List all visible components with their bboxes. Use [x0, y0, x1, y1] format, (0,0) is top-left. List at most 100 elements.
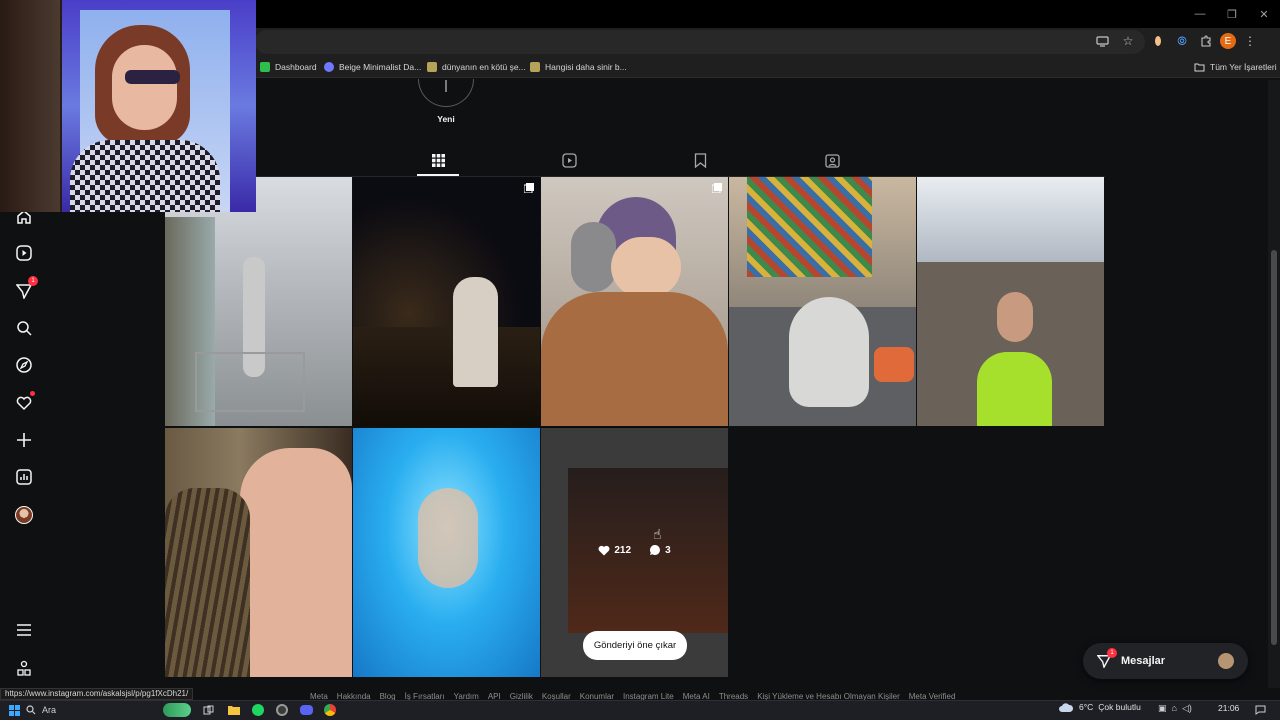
post-image-detail — [997, 292, 1033, 342]
post-hover-stats: 212 3 — [541, 544, 728, 556]
notifications-icon[interactable] — [1252, 702, 1268, 718]
messages-button[interactable]: 1 Mesajlar — [1083, 643, 1248, 679]
webcam-person-face — [112, 45, 177, 130]
cloud-icon — [1059, 703, 1074, 712]
task-view-icon[interactable] — [200, 702, 216, 718]
active-tab-indicator — [417, 174, 459, 176]
system-tray: ▣ ⌂ ◁) — [1158, 703, 1192, 714]
post-thumbnail[interactable] — [541, 177, 728, 426]
status-bar-url: https://www.instagram.com/askalsjsl/p/pg… — [0, 688, 194, 700]
bookmark-favicon-icon — [530, 62, 540, 72]
pin-post-button[interactable]: Gönderiyi öne çıkar — [583, 631, 687, 660]
weather-widget[interactable]: 6°C Çok bulutlu — [1058, 702, 1141, 712]
post-thumbnail[interactable] — [353, 428, 540, 677]
spotify-icon[interactable] — [250, 702, 266, 718]
chrome-icon[interactable] — [322, 702, 338, 718]
notification-badge: 1 — [28, 276, 38, 286]
minimize-icon[interactable]: — — [1184, 0, 1216, 28]
post-image-detail — [789, 297, 869, 407]
post-image-detail — [874, 347, 914, 382]
menu-icon[interactable] — [14, 620, 34, 640]
bookmark-item[interactable]: Beige Minimalist Da... — [324, 58, 421, 76]
address-bar[interactable] — [255, 30, 1145, 54]
heart-filled-icon — [598, 545, 610, 555]
bookmark-label: Beige Minimalist Da... — [339, 62, 422, 72]
tab-tagged[interactable] — [822, 150, 842, 170]
profile-avatar-chip[interactable]: E — [1220, 33, 1236, 49]
post-thumbnail[interactable] — [165, 428, 352, 677]
post-thumbnail[interactable] — [353, 177, 540, 426]
bookmark-label: Dashboard — [275, 62, 317, 72]
webcam-left-person — [0, 0, 60, 212]
browser-menu-icon[interactable]: ⋮ — [1240, 31, 1260, 51]
discord-icon[interactable] — [298, 702, 314, 718]
restore-icon[interactable]: ❐ — [1216, 0, 1248, 28]
post-image-detail — [353, 327, 540, 426]
volume-icon[interactable]: ◁) — [1182, 703, 1192, 714]
search-icon[interactable] — [14, 318, 34, 338]
messages-badge: 1 — [1107, 648, 1117, 658]
heart-icon[interactable] — [14, 391, 35, 413]
bookmark-star-icon[interactable]: ☆ — [1118, 31, 1138, 51]
tab-saved[interactable] — [690, 150, 710, 170]
install-app-icon[interactable] — [1092, 31, 1112, 51]
create-icon[interactable] — [14, 430, 34, 450]
post-image-detail — [418, 488, 478, 588]
tab-posts[interactable] — [428, 150, 448, 170]
start-windows-icon[interactable] — [6, 702, 22, 718]
new-highlight-label: Yeni — [437, 114, 455, 124]
bookmark-icon — [694, 152, 706, 168]
widget-landscape-icon[interactable] — [162, 702, 192, 718]
taskbar-clock[interactable]: 21:06 — [1218, 703, 1239, 713]
post-image-detail — [165, 488, 250, 677]
bookmark-favicon-icon — [427, 62, 437, 72]
close-icon[interactable]: ✕ — [1248, 0, 1280, 28]
bookmark-item[interactable]: dünyanın en kötü şe... — [427, 58, 526, 76]
taskbar-search[interactable]: Ara — [26, 702, 156, 718]
profile-avatar[interactable] — [14, 505, 34, 525]
reels-icon — [561, 152, 577, 168]
search-icon — [26, 705, 36, 715]
explore-icon[interactable] — [14, 355, 34, 375]
bookmark-favicon-icon — [324, 62, 334, 72]
bookmark-label: Hangisi daha sinir b... — [545, 62, 627, 72]
extension-icon[interactable] — [1148, 31, 1168, 51]
post-image-detail — [541, 292, 728, 426]
app-icon[interactable] — [274, 702, 290, 718]
post-thumbnail[interactable] — [917, 177, 1104, 426]
address-bar-actions: ☆ — [1092, 31, 1138, 51]
plus-icon — [445, 80, 447, 92]
post-thumbnail[interactable] — [165, 177, 352, 426]
reels-icon[interactable] — [14, 243, 34, 263]
post-image-detail — [240, 448, 352, 677]
meta-apps-icon[interactable] — [14, 658, 34, 678]
multi-photo-icon — [524, 183, 534, 193]
taskbar-search-label: Ara — [42, 705, 57, 715]
window-controls: — ❐ ✕ — [1184, 0, 1280, 28]
weather-description: Çok bulutlu — [1098, 702, 1141, 712]
notification-dot — [30, 391, 35, 396]
comments-stat: 3 — [649, 544, 671, 556]
tab-reels[interactable] — [559, 150, 579, 170]
message-contact-avatar — [1218, 653, 1234, 669]
post-image-detail — [453, 277, 498, 387]
webcam-overlay — [0, 0, 256, 212]
post-image-detail — [195, 352, 305, 412]
extension-audio-icon[interactable]: ⦾ — [1172, 31, 1192, 51]
all-bookmarks-folder[interactable]: Tüm Yer İşaretleri — [1194, 58, 1277, 76]
bookmark-item[interactable]: Dashboard — [260, 58, 317, 76]
tagged-person-icon — [824, 153, 840, 168]
file-explorer-icon[interactable] — [226, 702, 242, 718]
extensions-puzzle-icon[interactable] — [1196, 31, 1216, 51]
post-thumbnail[interactable] — [729, 177, 916, 426]
bookmark-item[interactable]: Hangisi daha sinir b... — [530, 58, 627, 76]
folder-icon — [1194, 63, 1205, 71]
network-icon[interactable]: ⌂ — [1172, 703, 1177, 714]
insights-icon[interactable] — [14, 467, 34, 487]
avatar-image — [15, 506, 33, 524]
all-bookmarks-label: Tüm Yer İşaretleri — [1210, 62, 1277, 72]
tray-app-icon[interactable]: ▣ — [1158, 703, 1167, 714]
scrollbar-thumb[interactable] — [1271, 250, 1277, 645]
direct-messages-icon[interactable]: 1 — [14, 276, 38, 301]
grid-icon — [431, 153, 445, 167]
